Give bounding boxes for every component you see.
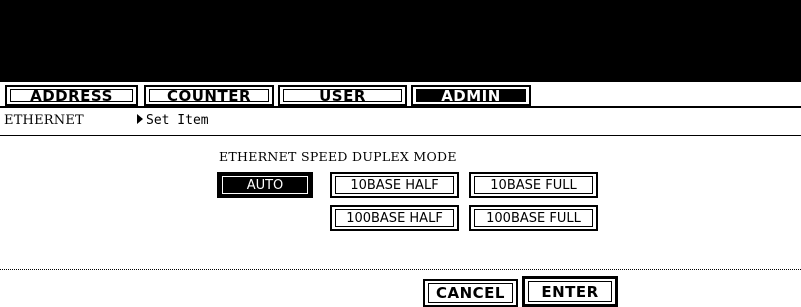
speed-duplex-title: ETHERNET SPEED DUPLEX MODE [219, 149, 457, 164]
breadcrumb: Set Item [137, 113, 209, 128]
header-divider [0, 135, 801, 136]
tab-user[interactable]: USER [278, 85, 407, 106]
option-label: 100BASE FULL [486, 210, 581, 226]
enter-button[interactable]: ENTER [522, 276, 618, 307]
tab-address[interactable]: ADDRESS [5, 85, 138, 106]
cancel-button[interactable]: CANCEL [423, 279, 518, 307]
cancel-label: CANCEL [436, 284, 505, 302]
option-label: 10BASE FULL [490, 177, 577, 193]
tab-label: ADMIN [441, 86, 501, 105]
tab-label: COUNTER [166, 86, 252, 105]
option-label: 10BASE HALF [350, 177, 439, 193]
option-100base-full-button[interactable]: 100BASE FULL [469, 205, 598, 231]
enter-label: ENTER [541, 282, 599, 301]
option-10base-full-button[interactable]: 10BASE FULL [469, 172, 598, 198]
option-auto-button[interactable]: AUTO [217, 172, 313, 198]
tab-underline [0, 106, 801, 108]
footer-divider [0, 269, 801, 270]
option-label: AUTO [246, 177, 284, 193]
option-100base-half-button[interactable]: 100BASE HALF [330, 205, 459, 231]
tab-label: USER [319, 86, 366, 105]
play-arrow-icon [137, 114, 143, 124]
option-label: 100BASE HALF [346, 210, 443, 226]
display-top-band [0, 0, 801, 82]
section-name: ETHERNET [4, 113, 84, 128]
breadcrumb-label: Set Item [146, 113, 209, 128]
tab-label: ADDRESS [30, 86, 113, 105]
tab-admin[interactable]: ADMIN [411, 85, 531, 106]
tab-counter[interactable]: COUNTER [144, 85, 274, 106]
option-10base-half-button[interactable]: 10BASE HALF [330, 172, 459, 198]
